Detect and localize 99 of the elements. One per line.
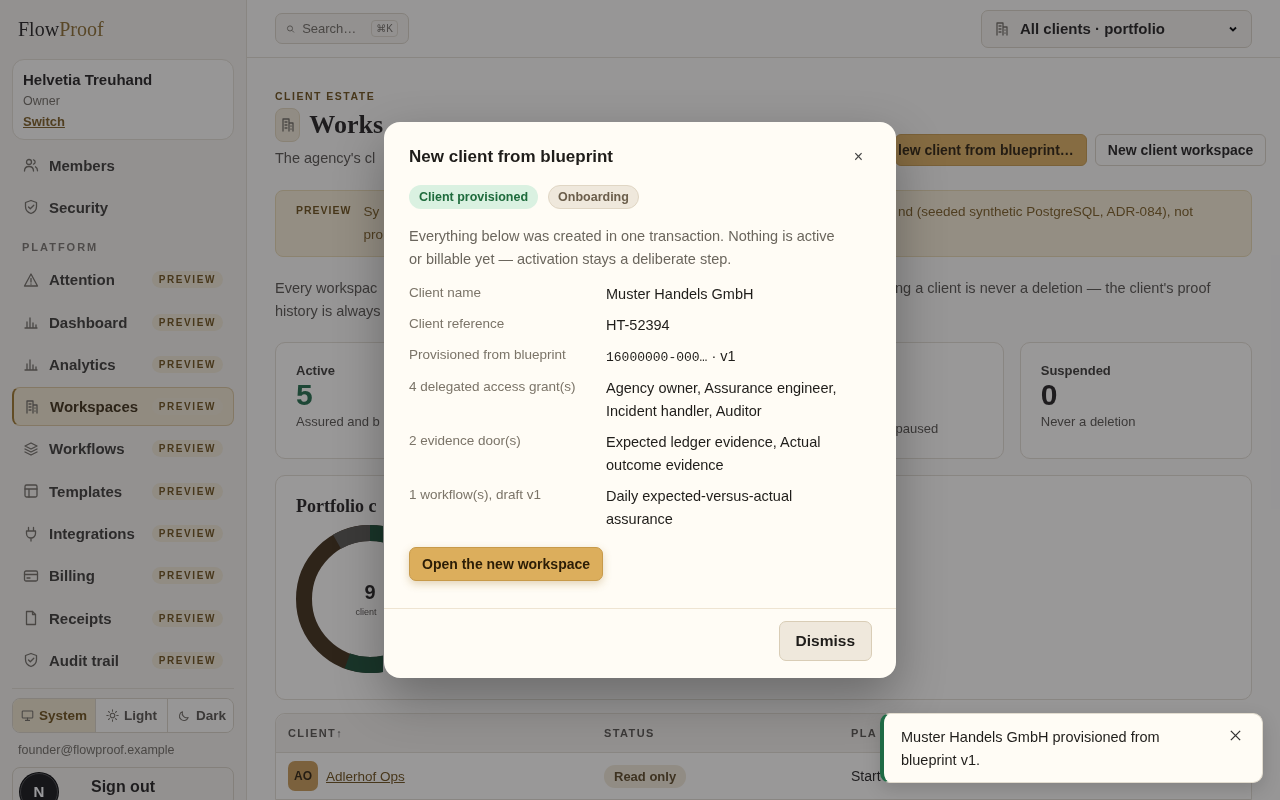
nav-item[interactable]: Integrations PREVIEW (12, 514, 234, 553)
detail-label: Client name (409, 284, 483, 302)
card-title: Portfolio c (296, 496, 377, 517)
new-workspace-button[interactable]: New client workspace (1094, 134, 1267, 166)
stat-value: 0 (1040, 378, 1058, 412)
preview-badge: PREVIEW (151, 567, 223, 585)
nav-item[interactable]: Templates PREVIEW (12, 472, 234, 511)
detail-label: Provisioned from blueprint (409, 346, 567, 364)
preview-badge: PREVIEW (151, 313, 223, 331)
close-icon[interactable] (1229, 729, 1242, 742)
monitor-icon (21, 708, 34, 722)
shield-icon (23, 652, 39, 669)
detail-label: 1 workflow(s), draft v1 (409, 486, 543, 504)
switch-link[interactable]: Switch (23, 114, 65, 129)
sun-icon (106, 708, 119, 722)
nav-item[interactable]: Attention PREVIEW (12, 260, 234, 299)
client-avatar: AO (288, 761, 318, 791)
banner-text: Sy (363, 203, 381, 221)
banner-text: nd (seeded synthetic PostgreSQL, ADR-084), not (898, 204, 1193, 219)
building-icon (24, 398, 40, 415)
client-selector[interactable]: All clients · portfolio (981, 9, 1252, 48)
preview-badge: PREVIEW (151, 609, 223, 627)
blueprint-id: 16000000-000… (606, 350, 708, 365)
moon-icon (178, 708, 191, 722)
column-header[interactable]: STATUS (592, 727, 839, 739)
detail-label: 4 delegated access grant(s) (409, 378, 577, 396)
nav-item[interactable]: Billing PREVIEW (12, 556, 234, 595)
detail-value: Expected ledger evidence, Actual outcome evidence (606, 434, 821, 473)
nav-item[interactable]: Analytics PREVIEW (12, 345, 234, 384)
toast-message: Muster Handels GmbH provisioned from blueprint v1. (901, 728, 1161, 770)
detail-value: Daily expected-versus-actual assurance (606, 488, 793, 527)
page-title: Works (309, 110, 383, 140)
building-icon (994, 20, 1010, 37)
preview-badge: PREVIEW (151, 440, 223, 458)
nav-item[interactable]: Security (12, 188, 234, 227)
search-icon (286, 22, 296, 35)
stat-note: Never a deletion (1040, 414, 1136, 429)
detail-value: Muster Handels GmbH (606, 286, 754, 302)
detail-value: · v1 (711, 348, 736, 364)
building-icon (279, 117, 296, 133)
preview-badge: PREVIEW (151, 355, 223, 373)
theme-option[interactable]: System (13, 698, 96, 732)
nav-item[interactable]: Receipts PREVIEW (12, 598, 234, 638)
layout-icon (23, 483, 39, 500)
warn-icon (23, 271, 39, 288)
detail-value: Agency owner, Assurance engineer, Incident handler, Auditor (606, 380, 837, 419)
status-badge: Onboarding (548, 185, 639, 209)
plug-icon (23, 525, 39, 542)
section-label: PLATFORM (21, 239, 100, 255)
section-eyebrow: CLIENT ESTATE (275, 90, 377, 102)
organization-name: Helvetia Treuhand (23, 71, 154, 88)
intro-text: history is always (275, 302, 382, 321)
role-label: Owner (23, 94, 61, 108)
detail-value: HT-52394 (606, 317, 670, 333)
brand-logo[interactable]: FlowProof (12, 0, 234, 41)
user-email: founder@flowproof.example (17, 742, 176, 757)
nav-item[interactable]: Dashboard PREVIEW (12, 302, 234, 342)
preview-badge: PREVIEW (151, 482, 223, 500)
intro-text: ng a client is never a deletion — the client's proof (895, 279, 1212, 298)
intro-text: Every workspac (275, 279, 379, 298)
new-from-blueprint-button[interactable]: lew client from blueprint… (895, 134, 1087, 166)
dialog-description: Everything below was created in one transaction. Nothing is active or billable yet — activation stays a deliberate step. (409, 227, 836, 269)
close-button[interactable]: × (845, 148, 871, 166)
dialog-title: New client from blueprint (409, 147, 614, 167)
card-icon (23, 567, 39, 584)
theme-option[interactable]: Dark (168, 698, 233, 732)
stat-value: 5 (296, 378, 313, 412)
stat-note: paused (895, 421, 939, 436)
status-badge: Read only (604, 764, 687, 788)
client-link[interactable]: Adlerhof Ops (326, 768, 405, 784)
stat-label: Suspended (1040, 363, 1111, 378)
file-icon (23, 610, 39, 627)
theme-option[interactable]: Light (96, 698, 168, 732)
layers-icon (23, 440, 39, 457)
nav-item[interactable]: Workflows PREVIEW (12, 429, 234, 469)
preview-badge: PREVIEW (151, 525, 223, 542)
search-button[interactable]: Search… ⌘K (275, 13, 409, 44)
preview-badge: PREVIEW (151, 271, 223, 289)
column-header[interactable]: CLIENT↑ (276, 727, 592, 739)
stat-note: Assured and b (296, 414, 380, 429)
nav-item[interactable]: Audit trail PREVIEW (12, 641, 234, 680)
donut-total: 9 (363, 581, 377, 604)
detail-label: 2 evidence door(s) (409, 432, 522, 450)
dismiss-button[interactable]: Dismiss (778, 621, 872, 661)
nav-item[interactable]: Workspaces PREVIEW (12, 387, 234, 426)
stat-label: Active (296, 363, 336, 378)
members-icon (23, 157, 39, 174)
donut-caption: client (354, 607, 378, 617)
shortcut-hint: ⌘K (371, 20, 398, 37)
plan-cell: Start (851, 768, 881, 784)
status-badge: Client provisioned (409, 185, 539, 209)
preview-label: PREVIEW (296, 203, 352, 218)
banner-text: pro (363, 226, 383, 244)
preview-badge: PREVIEW (151, 651, 223, 669)
page-subtitle: The agency's cl (275, 150, 377, 166)
open-workspace-button[interactable]: Open the new workspace (409, 547, 604, 581)
shield-icon (23, 199, 39, 216)
detail-label: Client reference (409, 315, 506, 333)
nav-item[interactable]: Members (12, 146, 234, 185)
